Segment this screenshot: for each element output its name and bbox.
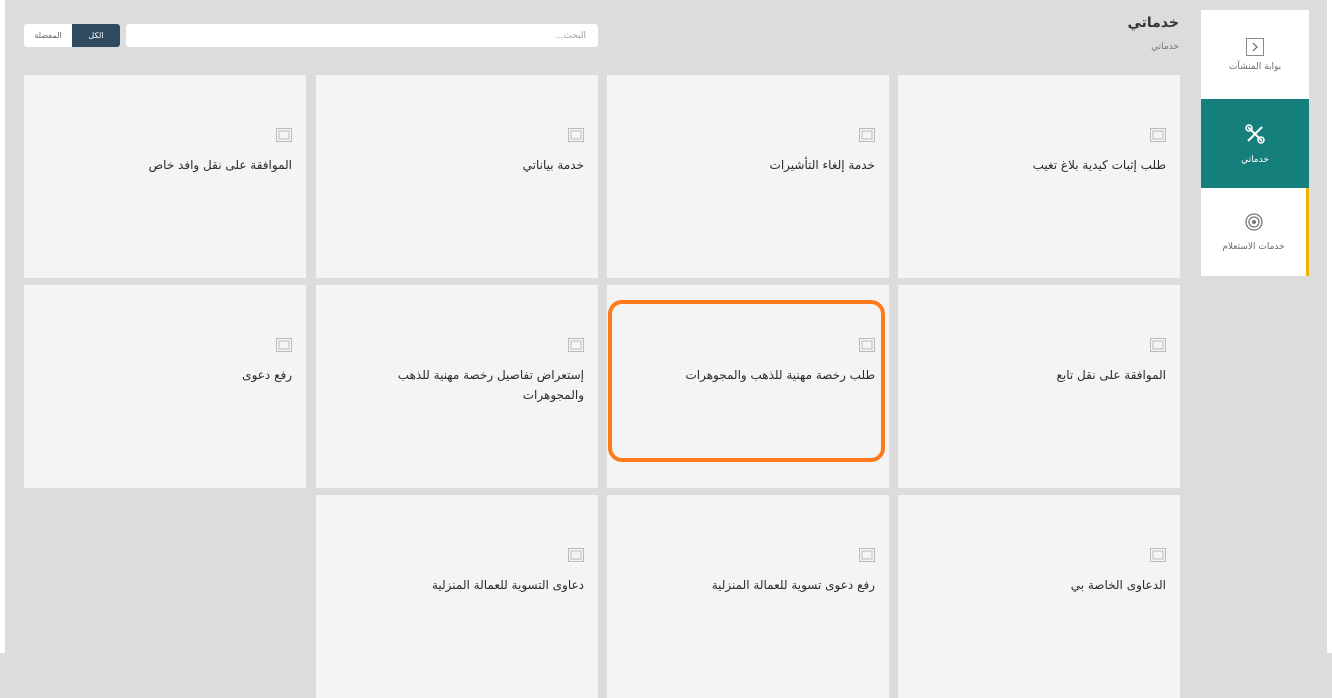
service-card[interactable]: خدمة إلغاء التأشيرات [607, 75, 889, 278]
sidebar-item-inquiry-services[interactable]: خدمات الاستعلام [1201, 188, 1309, 276]
page-title: خدماتي [1127, 15, 1179, 31]
window-frame-left [0, 0, 5, 653]
filter-all-button[interactable]: الكل [72, 24, 120, 47]
image-icon [568, 337, 584, 352]
service-card[interactable]: طلب إثبات كيدية بلاغ تغيب [898, 75, 1180, 278]
image-icon [276, 337, 292, 352]
filter-toggle: المفضلة الكل [24, 24, 120, 47]
image-icon [859, 337, 875, 352]
chevron-right-icon [1246, 37, 1264, 56]
image-icon [859, 127, 875, 142]
broadcast-icon [1244, 212, 1264, 236]
service-card-title: رفع دعوى تسوية للعمالة المنزلية [711, 578, 875, 592]
image-icon [1150, 547, 1166, 562]
service-card-title: الدعاوى الخاصة بي [1070, 578, 1166, 592]
service-card[interactable]: إستعراض تفاصيل رخصة مهنية للذهب والمجوهر… [316, 285, 598, 488]
service-card-title: رفع دعوى [242, 368, 292, 382]
tools-icon [1244, 123, 1266, 149]
service-card[interactable]: رفع دعوى [24, 285, 306, 488]
service-card-title: دعاوى التسوية للعمالة المنزلية [431, 578, 584, 592]
service-card[interactable]: الموافقة على نقل تابع [898, 285, 1180, 488]
service-card-title: الموافقة على نقل وافد خاص [148, 158, 292, 172]
image-icon [1150, 337, 1166, 352]
sidebar-item-establishments-portal[interactable]: بوابة المنشآت [1201, 10, 1309, 99]
image-icon [859, 547, 875, 562]
image-icon [568, 127, 584, 142]
service-card[interactable]: دعاوى التسوية للعمالة المنزلية [316, 495, 598, 698]
service-card-title: خدمة إلغاء التأشيرات [769, 158, 875, 172]
filter-favorites-button[interactable]: المفضلة [24, 24, 72, 47]
service-card[interactable]: الموافقة على نقل وافد خاص [24, 75, 306, 278]
sidebar-item-label: بوابة المنشآت [1228, 61, 1282, 72]
service-card-title: الموافقة على نقل تابع [1056, 368, 1167, 382]
image-icon [568, 547, 584, 562]
sidebar: بوابة المنشآت خدماتي خدمات الاستعلام [1201, 10, 1309, 276]
service-card-title: إستعراض تفاصيل رخصة مهنية للذهب والمجوهر… [397, 368, 584, 402]
service-card-title: خدمة بياناتي [522, 158, 584, 172]
image-icon [1150, 127, 1166, 142]
service-card[interactable]: خدمة بياناتي [316, 75, 598, 278]
image-icon [276, 127, 292, 142]
search-bar [126, 24, 598, 47]
breadcrumb: خدماتي [1151, 42, 1179, 52]
service-card[interactable]: رفع دعوى تسوية للعمالة المنزلية [607, 495, 889, 698]
service-card[interactable]: الدعاوى الخاصة بي [898, 495, 1180, 698]
sidebar-item-label: خدمات الاستعلام [1222, 242, 1285, 252]
service-card[interactable]: طلب رخصة مهنية للذهب والمجوهرات [607, 285, 889, 488]
search-input[interactable] [136, 29, 588, 42]
service-card-title: طلب إثبات كيدية بلاغ تغيب [1032, 158, 1166, 172]
window-frame-right [1327, 0, 1332, 653]
sidebar-item-label: خدماتي [1241, 154, 1269, 165]
service-card-title: طلب رخصة مهنية للذهب والمجوهرات [685, 368, 875, 382]
sidebar-item-my-services[interactable]: خدماتي [1201, 99, 1309, 188]
